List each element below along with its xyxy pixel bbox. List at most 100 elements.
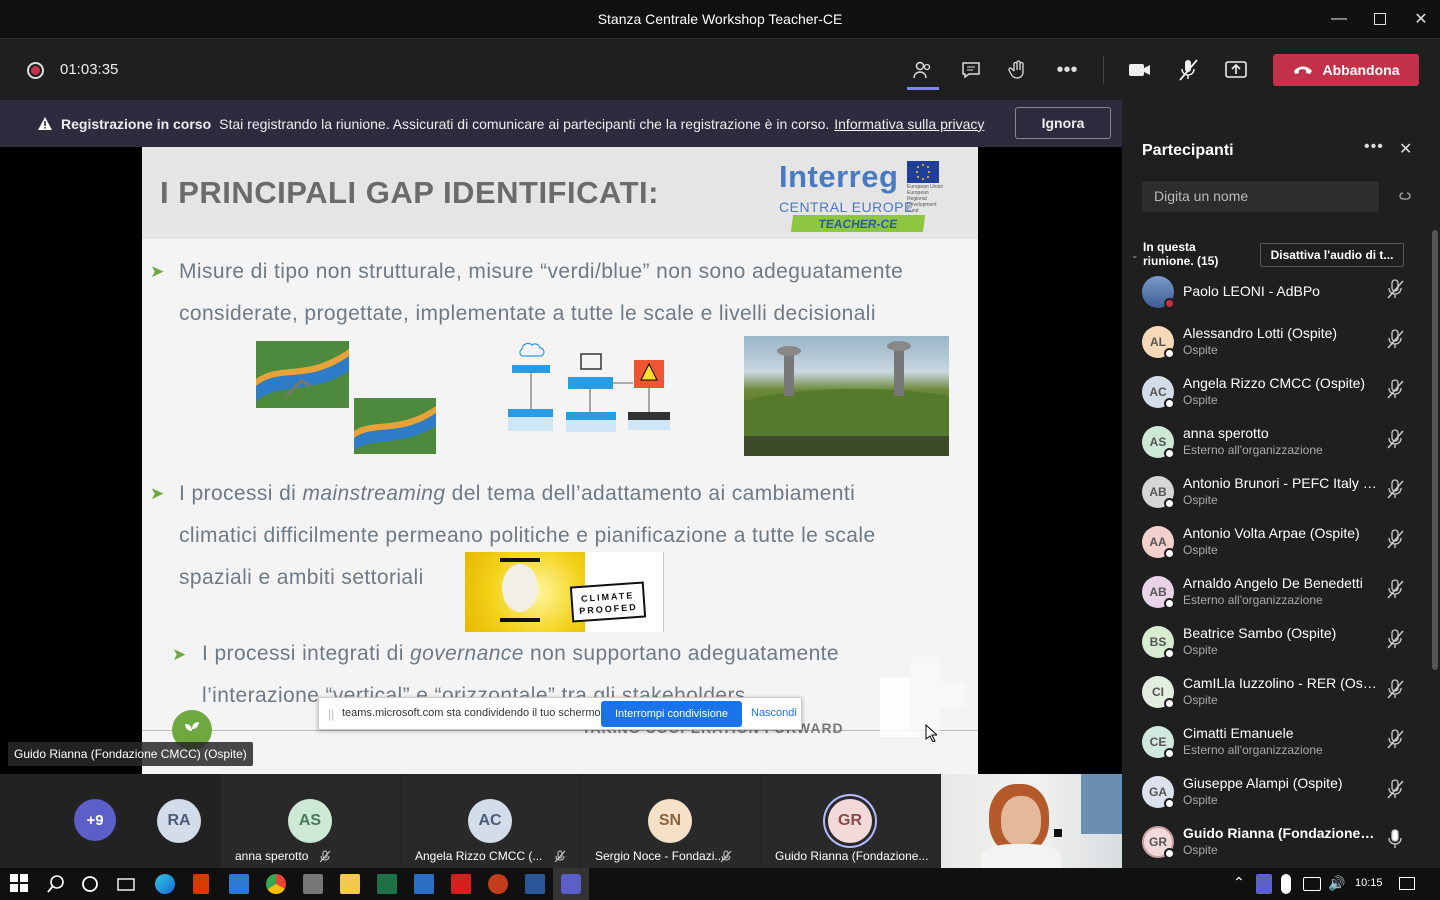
mic-muted-icon[interactable] [1385,578,1405,600]
word-icon[interactable] [525,874,545,894]
mic-muted-icon[interactable] [1385,478,1405,500]
participant-video-tile[interactable]: AC Angela Rizzo CMCC (... [401,774,580,868]
ignore-button[interactable]: Ignora [1015,107,1111,139]
tile-name: anna sperotto [235,849,309,863]
excel-icon[interactable] [377,874,397,894]
section-chevron-icon[interactable]: ⌄ [1131,250,1139,261]
mic-muted-icon[interactable] [1385,528,1405,550]
office-icon[interactable] [193,874,209,894]
participant-row[interactable]: AL Alessandro Lotti (Ospite) Ospite [1142,325,1422,376]
folder-icon[interactable] [340,874,360,894]
app-icon[interactable] [414,874,434,894]
tile-name: Guido Rianna (Fondazione... [775,849,929,863]
powerpoint-icon[interactable] [488,874,508,894]
chat-button[interactable] [957,57,985,83]
hide-link[interactable]: Nascondi [751,707,797,719]
presence-status-icon [1164,648,1175,659]
maximize-icon[interactable] [1357,0,1403,38]
notifications-icon[interactable] [1399,877,1415,890]
share-bar-text: teams.microsoft.com sta condividendo il … [342,707,604,719]
volume-icon[interactable]: 🔊 [1328,875,1345,892]
clock[interactable]: 10:15 [1355,877,1383,889]
participant-row[interactable]: GA Giuseppe Alampi (Ospite) Ospite [1142,775,1422,826]
raise-hand-button[interactable] [1004,57,1032,83]
logo-line3: TEACHER-CE [790,215,926,232]
mic-muted-icon[interactable] [1385,378,1405,400]
participant-video-tile[interactable]: GR Guido Rianna (Fondazione... [761,774,940,868]
participant-name: Giuseppe Alampi (Ospite) [1183,775,1343,791]
store-icon[interactable] [303,874,323,894]
chrome-icon[interactable] [266,874,286,894]
teams-icon[interactable] [561,874,581,894]
more-actions-icon[interactable]: ••• [1053,57,1081,83]
video-gallery-strip: +9 RA AS anna sperotto AC Angela Rizzo C… [0,774,1122,868]
panel-more-icon[interactable]: ••• [1364,138,1384,156]
participant-row[interactable]: BS Beatrice Sambo (Ospite) Ospite [1142,625,1422,676]
mail-icon[interactable] [229,874,249,894]
participant-row[interactable]: AB Antonio Brunori - PEFC Italy (... Osp… [1142,475,1422,526]
mic-muted-icon[interactable] [1385,278,1405,300]
mic-muted-icon[interactable] [1385,678,1405,700]
window-title: Stanza Centrale Workshop Teacher-CE [597,11,843,27]
mic-muted-icon[interactable] [1385,728,1405,750]
edge-icon[interactable] [155,874,175,894]
mute-all-button[interactable]: Disattiva l'audio di t... [1260,243,1404,267]
participant-row[interactable]: AS anna sperotto Esterno all'organizzazi… [1142,425,1422,476]
mic-on-icon[interactable] [1385,828,1405,850]
share-invite-icon[interactable] [1397,189,1413,208]
tile-name: Angela Rizzo CMCC (... [415,849,543,863]
mic-muted-icon[interactable] [1385,778,1405,800]
leave-button[interactable]: Abbandona [1273,54,1419,86]
panel-scrollbar[interactable] [1432,230,1438,670]
mic-tray-icon[interactable] [1281,874,1291,894]
bullet-arrow-icon: ➤ [172,645,187,664]
river-illustration-2 [354,398,436,454]
participant-row[interactable]: CI CamILla Iuzzolino - RER (Ospi... Ospi… [1142,675,1422,726]
network-icon[interactable] [1303,877,1321,891]
participant-row[interactable]: AA Antonio Volta Arpae (Ospite) Ospite [1142,525,1422,576]
presence-status-icon [1164,748,1175,759]
drag-handle-icon[interactable]: || [328,707,334,721]
participant-row[interactable]: AB Arnaldo Angelo De Benedetti Esterno a… [1142,575,1422,626]
avatar: AS [288,799,332,843]
interreg-logo: Interreg European Union European Regiona… [779,159,944,232]
privacy-link[interactable]: Informativa sulla privacy [834,116,984,132]
close-window-icon[interactable]: ✕ [1398,0,1440,38]
participants-panel: Partecipanti ••• ✕ Digita un nome ⌄ In q… [1122,100,1440,868]
participant-video-tile[interactable]: AS anna sperotto [221,774,400,868]
task-view-icon[interactable] [116,874,136,894]
participants-button[interactable] [908,57,936,83]
participant-row[interactable]: AC Angela Rizzo CMCC (Ospite) Ospite [1142,375,1422,426]
participant-row[interactable]: CE Cimatti Emanuele Esterno all'organizz… [1142,725,1422,776]
section-header[interactable]: In questa riunione. (15) [1143,240,1243,268]
tray-chevron-icon[interactable]: ⌃ [1233,874,1245,891]
windows-start-icon[interactable] [10,874,30,894]
more-participants-button[interactable]: +9 [74,799,116,841]
bullet2-line2: climatici difficilmente permeano politic… [179,524,876,547]
avatar-initials: GA [1149,785,1167,799]
cortana-icon[interactable] [80,874,100,894]
mic-muted-icon [1179,59,1198,81]
presence-status-icon [1164,548,1175,559]
share-screen-button[interactable] [1222,57,1250,83]
river-illustration-1 [256,341,349,408]
avatar: GR [828,799,872,843]
stop-sharing-button[interactable]: Interrompi condivisione [601,701,742,727]
mic-muted-icon[interactable] [1385,628,1405,650]
minimize-icon[interactable]: — [1316,0,1362,38]
camera-button[interactable] [1126,57,1154,83]
panel-close-icon[interactable]: ✕ [1399,139,1412,159]
mic-muted-icon[interactable] [1385,428,1405,450]
bullet2-line3: spaziali e ambiti settoriali [179,566,424,589]
avatar-initials: AC [478,812,502,829]
teams-tray-icon[interactable] [1256,874,1272,894]
mic-button[interactable] [1174,57,1202,83]
mic-muted-icon[interactable] [1385,328,1405,350]
acrobat-icon[interactable] [451,874,471,894]
participant-search-input[interactable]: Digita un nome [1142,181,1379,212]
people-icon [913,61,931,79]
mouse-cursor-icon [925,723,939,747]
participant-video-tile[interactable]: SN Sergio Noce - Fondazi... [581,774,760,868]
search-icon[interactable] [46,874,66,894]
participant-row[interactable]: Paolo LEONI - AdBPo [1142,276,1422,326]
